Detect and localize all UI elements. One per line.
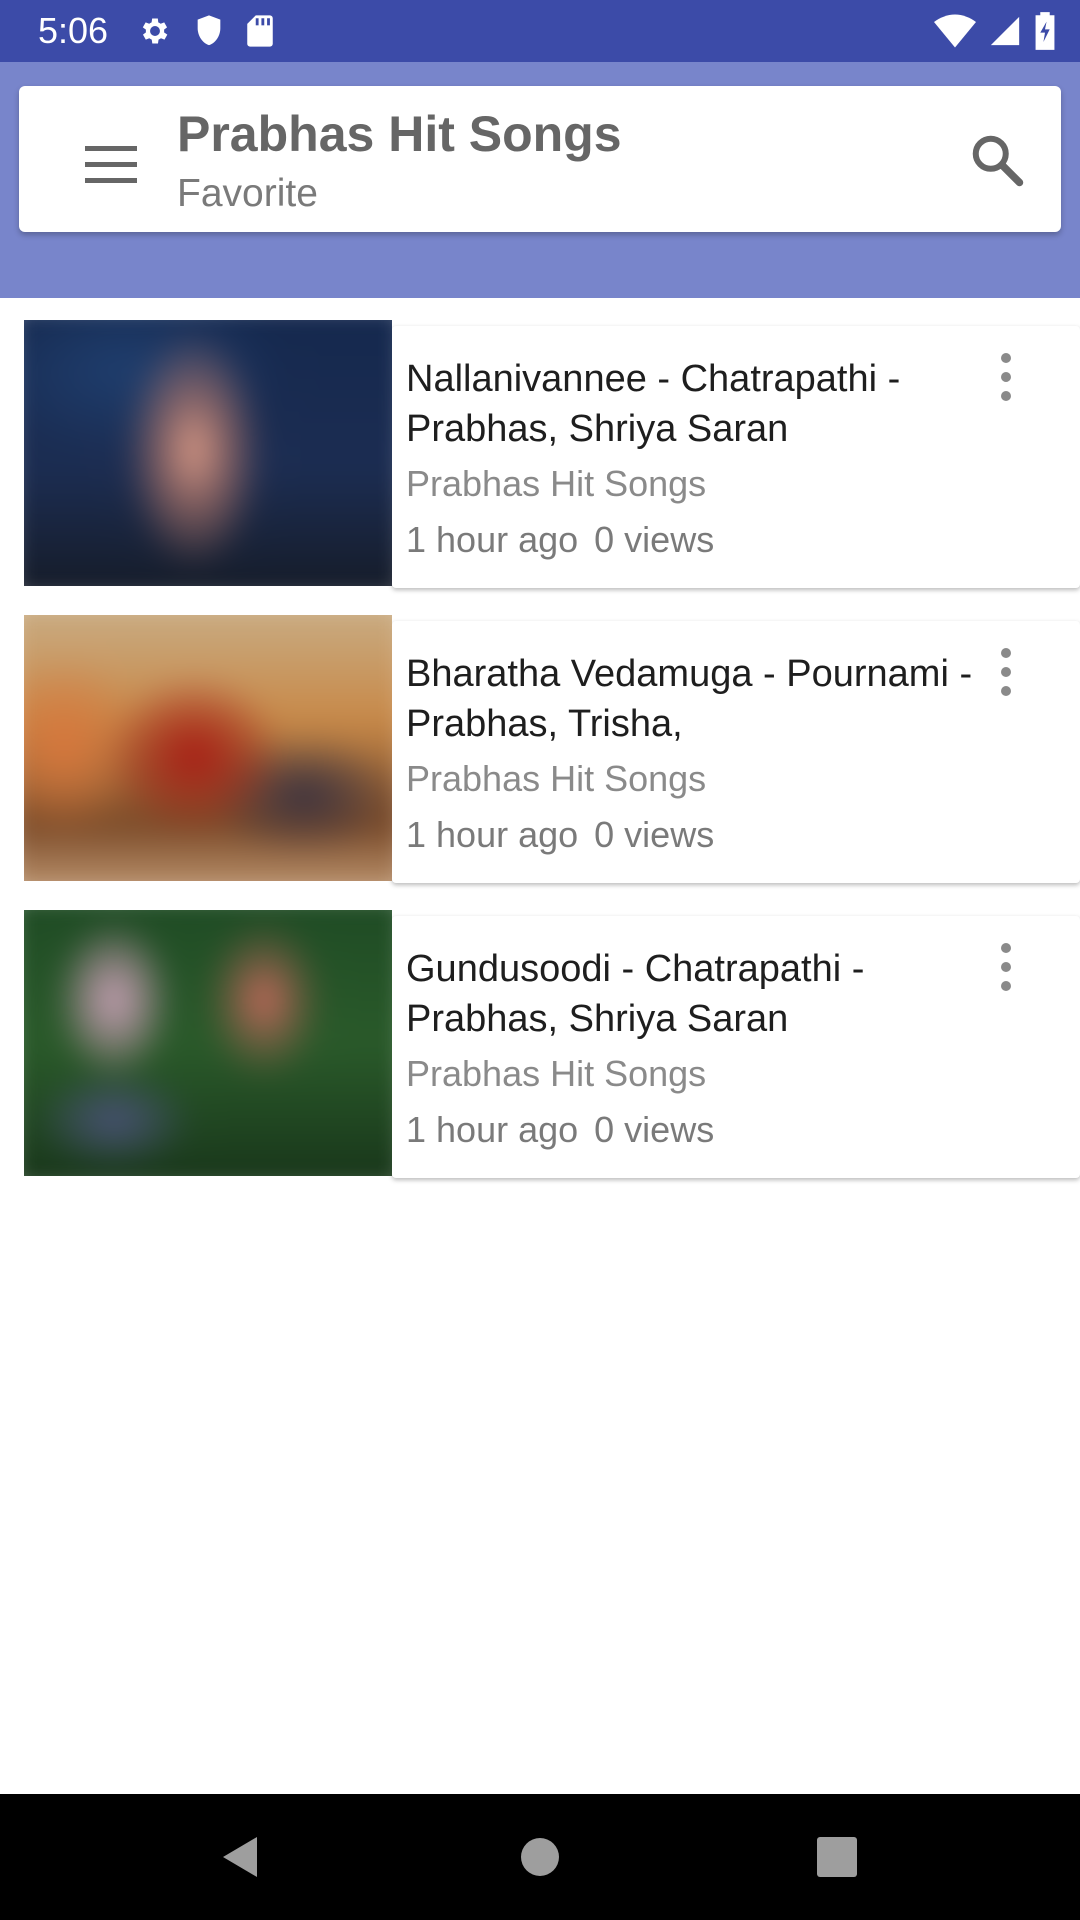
video-meta: 1 hour ago 0 views <box>406 518 714 562</box>
video-title: Bharatha Vedamuga - Pournami - Prabhas, … <box>406 653 973 745</box>
app-title: Prabhas Hit Songs <box>177 106 622 162</box>
video-item[interactable]: Gundusoodi - Chatrapathi - Prabhas, Shri… <box>24 910 1080 1178</box>
settings-icon <box>138 14 172 48</box>
status-bar: 5:06 <box>0 0 1080 62</box>
video-thumbnail[interactable] <box>24 910 392 1176</box>
signal-icon <box>988 14 1022 48</box>
back-icon[interactable] <box>184 1794 294 1920</box>
toolbar-card: Prabhas Hit Songs Favorite <box>19 86 1061 232</box>
navigation-bar <box>0 1794 1080 1920</box>
more-options-icon[interactable] <box>990 350 1022 404</box>
wifi-icon <box>934 14 976 48</box>
video-views: 0 views <box>594 814 715 855</box>
video-channel: Prabhas Hit Songs <box>406 1053 707 1094</box>
video-time: 1 hour ago <box>406 1109 579 1150</box>
home-icon[interactable] <box>485 1794 595 1920</box>
video-item[interactable]: Bharatha Vedamuga - Pournami - Prabhas, … <box>24 615 1080 883</box>
video-channel: Prabhas Hit Songs <box>406 463 707 504</box>
video-views: 0 views <box>594 1109 715 1150</box>
recents-icon[interactable] <box>782 1794 892 1920</box>
more-options-icon[interactable] <box>990 645 1022 699</box>
shield-icon <box>194 14 224 48</box>
video-item[interactable]: Nallanivannee - Chatrapathi - Prabhas, S… <box>24 320 1080 588</box>
status-time: 5:06 <box>38 10 109 51</box>
app-subtitle: Favorite <box>177 172 318 215</box>
video-time: 1 hour ago <box>406 814 579 855</box>
video-views: 0 views <box>594 519 715 560</box>
video-thumbnail[interactable] <box>24 615 392 881</box>
video-meta: 1 hour ago 0 views <box>406 813 714 857</box>
video-time: 1 hour ago <box>406 519 579 560</box>
video-meta: 1 hour ago 0 views <box>406 1108 714 1152</box>
video-title: Gundusoodi - Chatrapathi - Prabhas, Shri… <box>406 948 865 1040</box>
more-options-icon[interactable] <box>990 940 1022 994</box>
video-thumbnail[interactable] <box>24 320 392 586</box>
video-channel: Prabhas Hit Songs <box>406 758 707 799</box>
menu-icon[interactable] <box>65 132 157 188</box>
search-icon[interactable] <box>967 130 1027 190</box>
video-title: Nallanivannee - Chatrapathi - Prabhas, S… <box>406 358 901 450</box>
sd-card-icon <box>246 14 274 48</box>
battery-icon <box>1034 12 1056 50</box>
